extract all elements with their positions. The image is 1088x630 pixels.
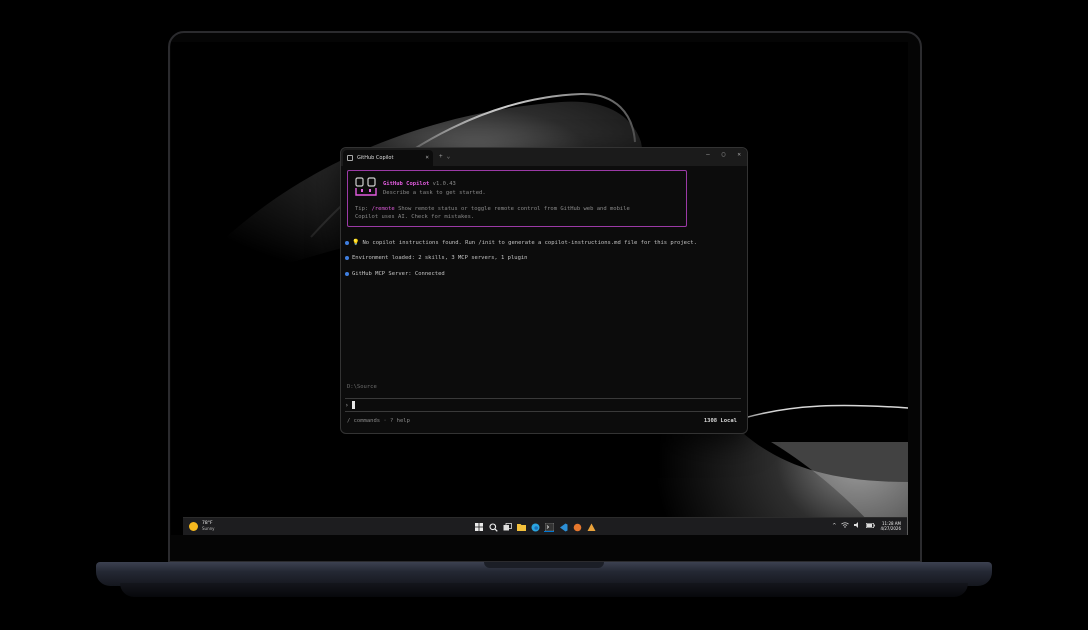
bullet-icon xyxy=(345,272,349,276)
window-controls: – ▢ ✕ xyxy=(706,152,741,158)
status-indicator: 1308 Local xyxy=(703,418,737,424)
copilot-logo-icon xyxy=(355,177,377,196)
taskbar: 78°F Sunny ^ 11:28 AM 4/27/2026 xyxy=(183,517,907,535)
message-mcp-server: GitHub MCP Server: Connected xyxy=(345,271,445,277)
bullet-icon xyxy=(345,256,349,260)
bullet-icon xyxy=(345,240,349,245)
message-environment: Environment loaded: 2 skills, 3 MCP serv… xyxy=(345,255,528,261)
tab-close-icon[interactable]: × xyxy=(425,155,429,161)
terminal-window[interactable]: GitHub Copilot × + ⌄ – ▢ ✕ GitHub Copilo… xyxy=(340,147,748,434)
sun-icon xyxy=(189,521,198,531)
product-name: GitHub Copilot xyxy=(383,181,430,187)
terminal-icon[interactable] xyxy=(544,522,554,532)
tip-prefix: Tip: xyxy=(355,206,369,212)
minimize-button[interactable]: – xyxy=(706,152,710,158)
wifi-icon[interactable] xyxy=(841,522,850,530)
tip-text: Show remote status or toggle remote cont… xyxy=(398,206,630,212)
message-text: No copilot instructions found. Run /init… xyxy=(362,239,697,246)
ai-warning: Copilot uses AI. Check for mistakes. xyxy=(355,214,475,220)
version-label: v1.0.43 xyxy=(432,181,456,187)
new-tab-button[interactable]: + xyxy=(439,154,443,160)
message-instructions: 💡 No copilot instructions found. Run /in… xyxy=(345,239,697,246)
app-icon[interactable] xyxy=(572,522,582,532)
volume-icon[interactable] xyxy=(854,522,861,530)
product-stage: GitHub Copilot × + ⌄ – ▢ ✕ GitHub Copilo… xyxy=(0,0,1088,630)
banner-subtitle: Describe a task to get started. xyxy=(383,190,486,196)
maximize-button[interactable]: ▢ xyxy=(722,152,726,158)
tip-command: /remote xyxy=(371,206,395,212)
welcome-banner: GitHub Copilot v1.0.43 Describe a task t… xyxy=(347,170,687,227)
text-cursor xyxy=(351,401,355,409)
close-button[interactable]: ✕ xyxy=(737,152,741,158)
battery-icon[interactable] xyxy=(866,522,876,530)
weather-widget[interactable]: 78°F Sunny xyxy=(189,521,215,531)
edge-icon[interactable] xyxy=(530,522,540,532)
tab-dropdown-icon[interactable]: ⌄ xyxy=(447,154,451,160)
taskbar-apps xyxy=(474,522,596,532)
vscode-icon[interactable] xyxy=(558,522,568,532)
laptop-base-lip xyxy=(120,583,968,597)
message-text: GitHub MCP Server: Connected xyxy=(352,271,445,277)
clock-date: 4/27/2026 xyxy=(880,526,901,531)
app-icon-2[interactable] xyxy=(586,522,596,532)
tab-label: GitHub Copilot xyxy=(357,155,394,161)
file-explorer-icon[interactable] xyxy=(516,522,526,532)
start-icon[interactable] xyxy=(474,522,484,532)
prompt-symbol: › xyxy=(345,401,349,409)
search-icon[interactable] xyxy=(488,522,498,532)
tip-line: Tip: /remote Show remote status or toggl… xyxy=(355,206,630,212)
title-bar[interactable]: GitHub Copilot × + ⌄ – ▢ ✕ xyxy=(341,148,747,166)
lightbulb-icon: 💡 xyxy=(352,239,360,246)
weather-condition: Sunny xyxy=(202,526,215,531)
tray-chevron-icon[interactable]: ^ xyxy=(832,523,836,529)
task-view-icon[interactable] xyxy=(502,522,512,532)
message-text: Environment loaded: 2 skills, 3 MCP serv… xyxy=(352,255,528,261)
clock[interactable]: 11:28 AM 4/27/2026 xyxy=(880,521,901,531)
prompt-input[interactable]: › xyxy=(345,398,741,412)
terminal-tab-icon xyxy=(347,155,353,161)
banner-title: GitHub Copilot v1.0.43 xyxy=(383,181,456,187)
laptop-hinge-notch xyxy=(484,562,604,568)
tab-github-copilot[interactable]: GitHub Copilot × xyxy=(343,150,433,166)
system-tray: ^ 11:28 AM 4/27/2026 xyxy=(832,521,901,531)
help-hints: / commands · ? help xyxy=(347,418,410,424)
current-directory: D:\Source xyxy=(347,384,377,390)
weather-text: 78°F Sunny xyxy=(202,521,215,531)
